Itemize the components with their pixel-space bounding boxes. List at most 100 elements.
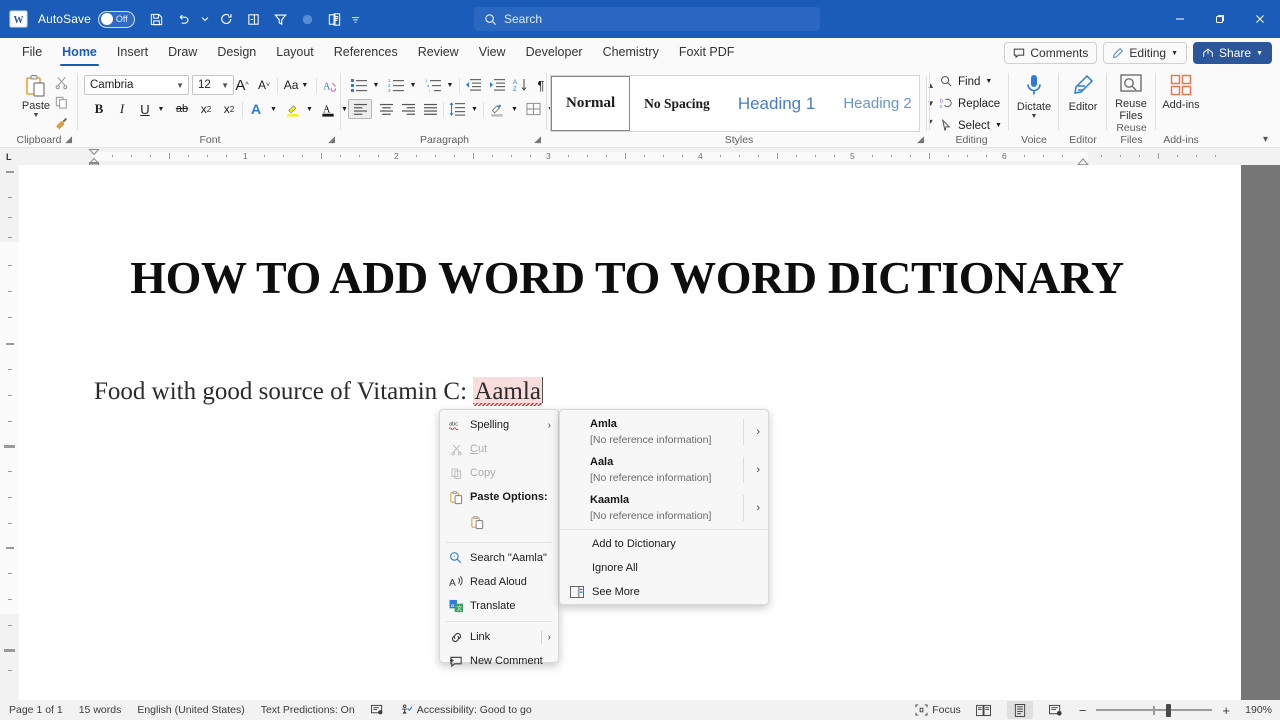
- font-size-combo[interactable]: 12 ▼: [192, 75, 234, 95]
- highlight-dropdown-icon[interactable]: ▼: [303, 99, 316, 119]
- undo-icon[interactable]: [171, 7, 196, 32]
- find-button[interactable]: Find ▼: [940, 75, 992, 88]
- numbering-icon[interactable]: 123: [385, 75, 407, 95]
- select-button[interactable]: Select ▼: [940, 119, 1002, 132]
- tab-developer[interactable]: Developer: [516, 41, 593, 67]
- autosave-toggle[interactable]: Off: [97, 10, 135, 28]
- share-button[interactable]: Share ▼: [1193, 42, 1272, 64]
- tab-home[interactable]: Home: [52, 41, 107, 67]
- proofing-icon[interactable]: [370, 704, 384, 716]
- context-menu-item-spelling[interactable]: abc Spelling ›: [440, 413, 558, 437]
- line-spacing-icon[interactable]: [446, 99, 468, 119]
- zoom-slider-thumb[interactable]: [1166, 703, 1172, 717]
- chevron-down-icon[interactable]: ▼: [1031, 113, 1038, 120]
- bullets-dropdown-icon[interactable]: ▼: [370, 75, 382, 95]
- sort-icon[interactable]: AZ: [510, 75, 532, 95]
- filter-icon[interactable]: [268, 7, 293, 32]
- tab-stop-selector[interactable]: L: [6, 152, 12, 162]
- text-effects-dropdown-icon[interactable]: ▼: [267, 99, 280, 119]
- focus-button[interactable]: Focus: [915, 704, 961, 716]
- word-count[interactable]: 15 words: [79, 704, 122, 716]
- print-layout-icon[interactable]: [1006, 701, 1033, 719]
- shading-dropdown-icon[interactable]: ▼: [508, 99, 521, 119]
- tab-draw[interactable]: Draw: [158, 41, 207, 67]
- dictate-button[interactable]: Dictate ▼: [1007, 73, 1061, 120]
- superscript-icon[interactable]: x2: [218, 99, 240, 119]
- paragraph-dialog-launcher[interactable]: ◢: [534, 134, 541, 145]
- shrink-font-icon[interactable]: A ˅: [253, 75, 275, 95]
- font-family-combo[interactable]: Cambria ▼: [84, 75, 189, 95]
- align-right-icon[interactable]: [396, 99, 420, 119]
- font-color-icon[interactable]: A: [317, 99, 339, 119]
- text-effects-icon[interactable]: A: [245, 99, 267, 119]
- style-normal[interactable]: Normal: [551, 76, 631, 131]
- tab-foxit-pdf[interactable]: Foxit PDF: [669, 41, 745, 67]
- chevron-down-icon[interactable]: ▼: [221, 81, 229, 90]
- tab-view[interactable]: View: [469, 41, 516, 67]
- save-icon[interactable]: [144, 7, 169, 32]
- chevron-down-icon[interactable]: ▼: [176, 81, 184, 90]
- tab-review[interactable]: Review: [408, 41, 469, 67]
- zoom-slider[interactable]: [1096, 702, 1213, 718]
- spelling-suggestion-3[interactable]: Kaamla [No reference information] ›: [560, 489, 768, 527]
- tab-design[interactable]: Design: [207, 41, 266, 67]
- page-indicator[interactable]: Page 1 of 1: [9, 704, 63, 716]
- web-layout-icon[interactable]: [1043, 701, 1069, 719]
- tab-chemistry[interactable]: Chemistry: [593, 41, 669, 67]
- undo-dropdown-icon[interactable]: [198, 7, 212, 32]
- qat-more-icon[interactable]: [349, 7, 363, 32]
- text-predictions-indicator[interactable]: Text Predictions: On: [261, 704, 355, 716]
- spelling-suggestion-2[interactable]: Aala [No reference information] ›: [560, 451, 768, 489]
- bullets-icon[interactable]: [348, 75, 370, 95]
- redo-icon[interactable]: [214, 7, 239, 32]
- shading-icon[interactable]: [486, 99, 508, 119]
- line-spacing-dropdown-icon[interactable]: ▼: [468, 99, 481, 119]
- chevron-down-icon[interactable]: ▼: [995, 122, 1002, 129]
- bold-icon[interactable]: B: [89, 99, 109, 119]
- spelling-suggestion-1[interactable]: Amla [No reference information] ›: [560, 413, 768, 451]
- tab-references[interactable]: References: [324, 41, 408, 67]
- numbering-dropdown-icon[interactable]: ▼: [407, 75, 419, 95]
- highlight-icon[interactable]: [282, 99, 304, 119]
- zoom-level[interactable]: 190%: [1240, 704, 1272, 716]
- subscript-icon[interactable]: x2: [195, 99, 217, 119]
- minimize-button[interactable]: [1160, 0, 1200, 38]
- read-mode-icon[interactable]: [971, 701, 997, 719]
- zoom-in-button[interactable]: +: [1222, 703, 1230, 718]
- style-heading-2[interactable]: Heading 2: [829, 76, 925, 131]
- tab-layout[interactable]: Layout: [266, 41, 324, 67]
- reuse-files-button[interactable]: Reuse Files: [1104, 73, 1158, 122]
- grow-font-icon[interactable]: A ^: [231, 75, 253, 95]
- restore-button[interactable]: [1200, 0, 1240, 38]
- multilevel-dropdown-icon[interactable]: ▼: [444, 75, 456, 95]
- chevron-right-icon[interactable]: ›: [548, 420, 551, 431]
- add-ins-button[interactable]: Add-ins: [1154, 73, 1208, 111]
- context-menu-item-link[interactable]: Link ›: [440, 625, 558, 649]
- italic-icon[interactable]: I: [112, 99, 132, 119]
- clear-formatting-icon[interactable]: A: [319, 75, 341, 95]
- paste-option-keep-formatting[interactable]: [440, 509, 558, 539]
- style-heading-1[interactable]: Heading 1: [724, 76, 830, 131]
- horizontal-ruler[interactable]: L 1 2 3 4 5 6: [0, 148, 1280, 166]
- misspelled-word[interactable]: Aamla: [473, 377, 542, 405]
- underline-icon[interactable]: U: [135, 99, 155, 119]
- circle-icon[interactable]: [295, 7, 320, 32]
- context-menu-item-new-comment[interactable]: New Comment: [440, 649, 558, 673]
- see-more-item[interactable]: See More: [560, 580, 768, 604]
- context-menu-item-read-aloud[interactable]: A Read Aloud: [440, 570, 558, 594]
- tab-insert[interactable]: Insert: [107, 41, 158, 67]
- strikethrough-icon[interactable]: ab: [171, 99, 193, 119]
- context-menu-item-translate[interactable]: a 文 Translate: [440, 594, 558, 618]
- language-indicator[interactable]: English (United States): [137, 704, 244, 716]
- format-painter-icon[interactable]: [54, 115, 69, 130]
- accessibility-indicator[interactable]: Accessibility: Good to go: [400, 704, 532, 716]
- search-box[interactable]: [474, 7, 820, 31]
- align-center-icon[interactable]: [374, 99, 398, 119]
- underline-dropdown-icon[interactable]: ▼: [154, 99, 168, 119]
- context-menu-item-search[interactable]: Search "Aamla": [440, 546, 558, 570]
- paste-button[interactable]: Paste ▼: [14, 73, 58, 119]
- chevron-right-icon[interactable]: ›: [756, 426, 760, 438]
- search-input[interactable]: [504, 12, 794, 26]
- close-button[interactable]: [1240, 0, 1280, 38]
- zoom-out-button[interactable]: −: [1079, 703, 1087, 718]
